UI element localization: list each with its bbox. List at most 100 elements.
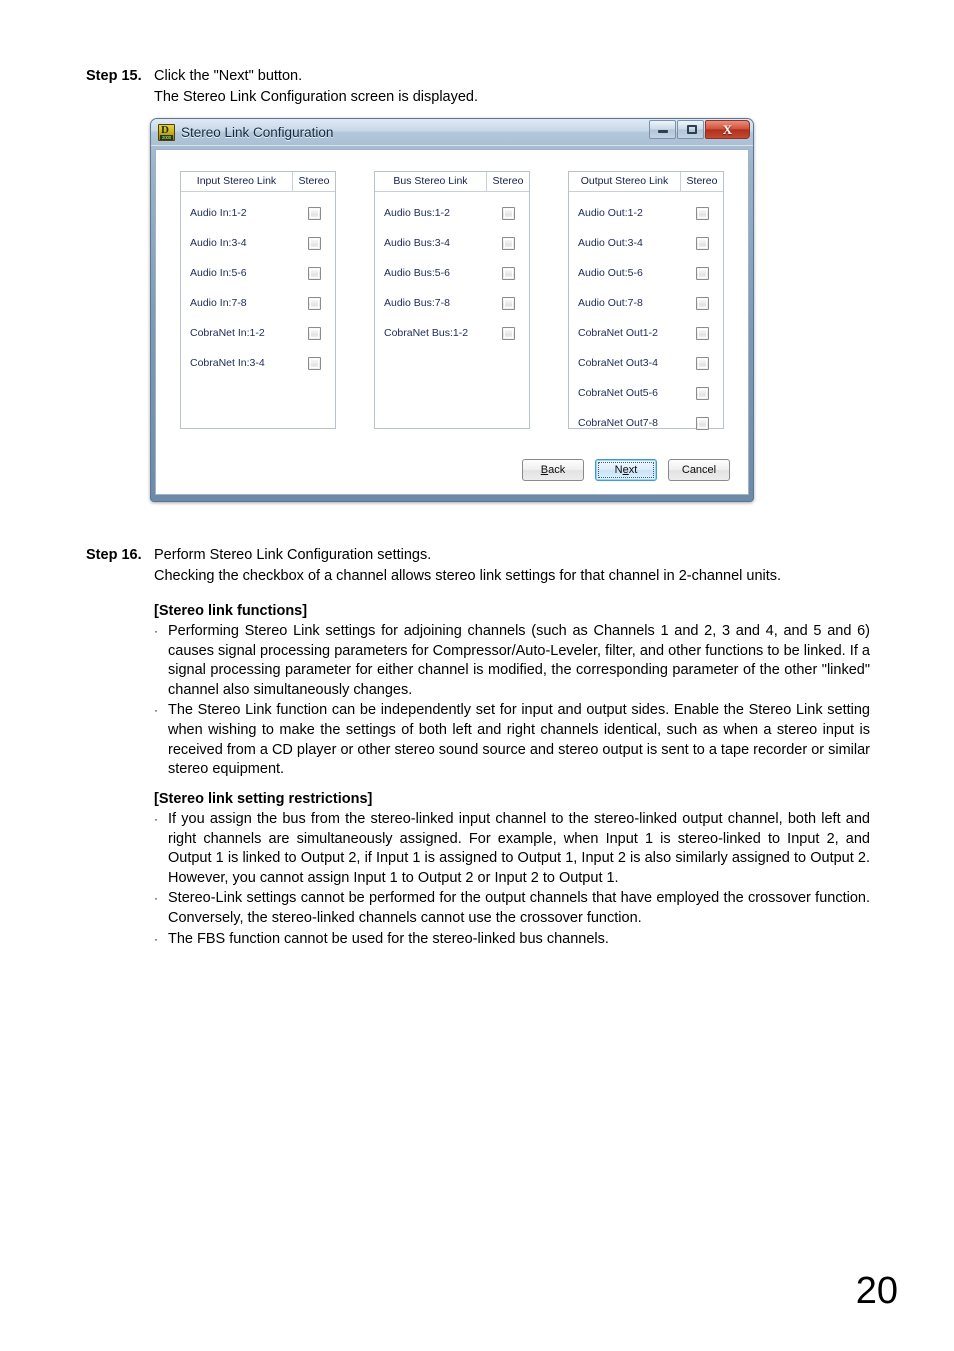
row-checkbox-cell [293, 266, 335, 280]
row-checkbox-cell [293, 296, 335, 310]
row-checkbox-cell [681, 386, 723, 400]
list-item[interactable]: CobraNet In:1-2 [181, 318, 335, 348]
row-label: Audio Out:3-4 [578, 236, 643, 249]
window-controls: X [649, 120, 750, 139]
next-button-label: Next [614, 464, 638, 476]
step-16-label: Step 16. [86, 547, 142, 563]
panel-output-stereo-header: Stereo [686, 175, 718, 187]
list-item: · If you assign the bus from the stereo-… [154, 810, 870, 888]
maximize-glyph [687, 125, 697, 134]
row-checkbox-cell [681, 206, 723, 220]
dialog-footer: Back Next Cancel [522, 459, 730, 481]
list-item[interactable]: Audio Out:5-6 [569, 258, 723, 288]
row-label: Audio In:7-8 [190, 296, 247, 309]
list-item[interactable]: Audio In:5-6 [181, 258, 335, 288]
stereo-checkbox[interactable] [501, 266, 515, 280]
list-item[interactable]: CobraNet Out5-6 [569, 378, 723, 408]
row-checkbox-cell [487, 326, 529, 340]
row-label: Audio In:3-4 [190, 236, 247, 249]
list-item: · Stereo-Link settings cannot be perform… [154, 889, 870, 928]
list-item[interactable]: Audio Out:1-2 [569, 198, 723, 228]
stereo-checkbox[interactable] [307, 266, 321, 280]
list-item[interactable]: CobraNet In:3-4 [181, 348, 335, 378]
row-checkbox-cell [293, 326, 335, 340]
minimize-glyph [658, 130, 668, 133]
stereo-checkbox[interactable] [307, 356, 321, 370]
row-label: Audio Bus:3-4 [384, 236, 450, 249]
row-checkbox-cell [681, 296, 723, 310]
panel-input-header: Input Stereo Link Stereo [181, 172, 335, 192]
row-label: Audio In:5-6 [190, 266, 247, 279]
stereo-checkbox[interactable] [695, 296, 709, 310]
row-checkbox-cell [293, 236, 335, 250]
row-label: CobraNet Bus:1-2 [384, 326, 469, 339]
list-item[interactable]: CobraNet Out7-8 [569, 408, 723, 438]
bullet-text: The Stereo Link function can be independ… [168, 702, 870, 778]
stereo-checkbox[interactable] [307, 296, 321, 310]
list-item[interactable]: Audio Out:3-4 [569, 228, 723, 258]
step-15-label: Step 15. [86, 68, 142, 84]
window-client-area: Input Stereo Link Stereo Audio In:1-2 Au… [155, 149, 749, 495]
panel-bus-rows: Audio Bus:1-2 Audio Bus:3-4 Audio Bus:5-… [375, 192, 529, 348]
bullet-dot-icon: · [154, 812, 158, 826]
list-item[interactable]: Audio Bus:7-8 [375, 288, 529, 318]
manual-page: Step 15. Click the "Next" button. The St… [0, 0, 954, 1351]
list-item[interactable]: Audio In:3-4 [181, 228, 335, 258]
stereo-link-columns: Input Stereo Link Stereo Audio In:1-2 Au… [156, 150, 748, 494]
row-label: CobraNet In:3-4 [190, 356, 265, 369]
list-item: · The FBS function cannot be used for th… [154, 930, 870, 950]
stereo-checkbox[interactable] [695, 356, 709, 370]
row-checkbox-cell [487, 296, 529, 310]
panel-input-title: Input Stereo Link [181, 172, 293, 191]
heading-stereo-link-setting-restrictions: [Stereo link setting restrictions] [154, 791, 373, 807]
list-item[interactable]: Audio Out:7-8 [569, 288, 723, 318]
row-label: Audio Bus:1-2 [384, 206, 450, 219]
list-item[interactable]: Audio Bus:3-4 [375, 228, 529, 258]
list-item[interactable]: CobraNet Bus:1-2 [375, 318, 529, 348]
list-item[interactable]: Audio In:7-8 [181, 288, 335, 318]
list-item[interactable]: Audio In:1-2 [181, 198, 335, 228]
stereo-checkbox[interactable] [695, 266, 709, 280]
row-label: Audio In:1-2 [190, 206, 247, 219]
heading-stereo-link-functions: [Stereo link functions] [154, 603, 308, 619]
stereo-checkbox[interactable] [695, 206, 709, 220]
panel-output-stereo-link: Output Stereo Link Stereo Audio Out:1-2 … [568, 171, 724, 430]
stereo-checkbox[interactable] [501, 326, 515, 340]
back-button[interactable]: Back [522, 459, 584, 481]
row-checkbox-cell [681, 356, 723, 370]
page-number: 20 [855, 1270, 898, 1312]
maximize-icon[interactable] [677, 120, 704, 139]
close-icon[interactable]: X [705, 120, 750, 139]
row-checkbox-cell [487, 206, 529, 220]
stereo-checkbox[interactable] [695, 236, 709, 250]
row-label: CobraNet Out7-8 [578, 416, 658, 429]
row-label: CobraNet Out5-6 [578, 386, 658, 399]
close-glyph: X [722, 122, 733, 137]
minimize-icon[interactable] [649, 120, 676, 139]
stereo-checkbox[interactable] [501, 206, 515, 220]
list-item[interactable]: CobraNet Out3-4 [569, 348, 723, 378]
row-checkbox-cell [681, 326, 723, 340]
stereo-checkbox[interactable] [695, 326, 709, 340]
row-label: Audio Out:5-6 [578, 266, 643, 279]
next-button[interactable]: Next [595, 459, 657, 481]
bullet-text: If you assign the bus from the stereo-li… [168, 811, 870, 886]
panel-output-rows: Audio Out:1-2 Audio Out:3-4 Audio Out:5-… [569, 192, 723, 438]
stereo-checkbox[interactable] [307, 236, 321, 250]
bullet-list-stereo-link-functions: · Performing Stereo Link settings for ad… [154, 622, 870, 781]
list-item[interactable]: Audio Bus:5-6 [375, 258, 529, 288]
cancel-button[interactable]: Cancel [668, 459, 730, 481]
row-label: CobraNet Out3-4 [578, 356, 658, 369]
stereo-checkbox[interactable] [501, 296, 515, 310]
bullet-dot-icon: · [154, 703, 158, 718]
cancel-button-label: Cancel [681, 464, 717, 476]
row-checkbox-cell [487, 236, 529, 250]
row-label: Audio Out:7-8 [578, 296, 643, 309]
stereo-checkbox[interactable] [307, 326, 321, 340]
stereo-checkbox[interactable] [695, 416, 709, 430]
list-item[interactable]: Audio Bus:1-2 [375, 198, 529, 228]
stereo-checkbox[interactable] [695, 386, 709, 400]
stereo-checkbox[interactable] [501, 236, 515, 250]
stereo-checkbox[interactable] [307, 206, 321, 220]
list-item[interactable]: CobraNet Out1-2 [569, 318, 723, 348]
